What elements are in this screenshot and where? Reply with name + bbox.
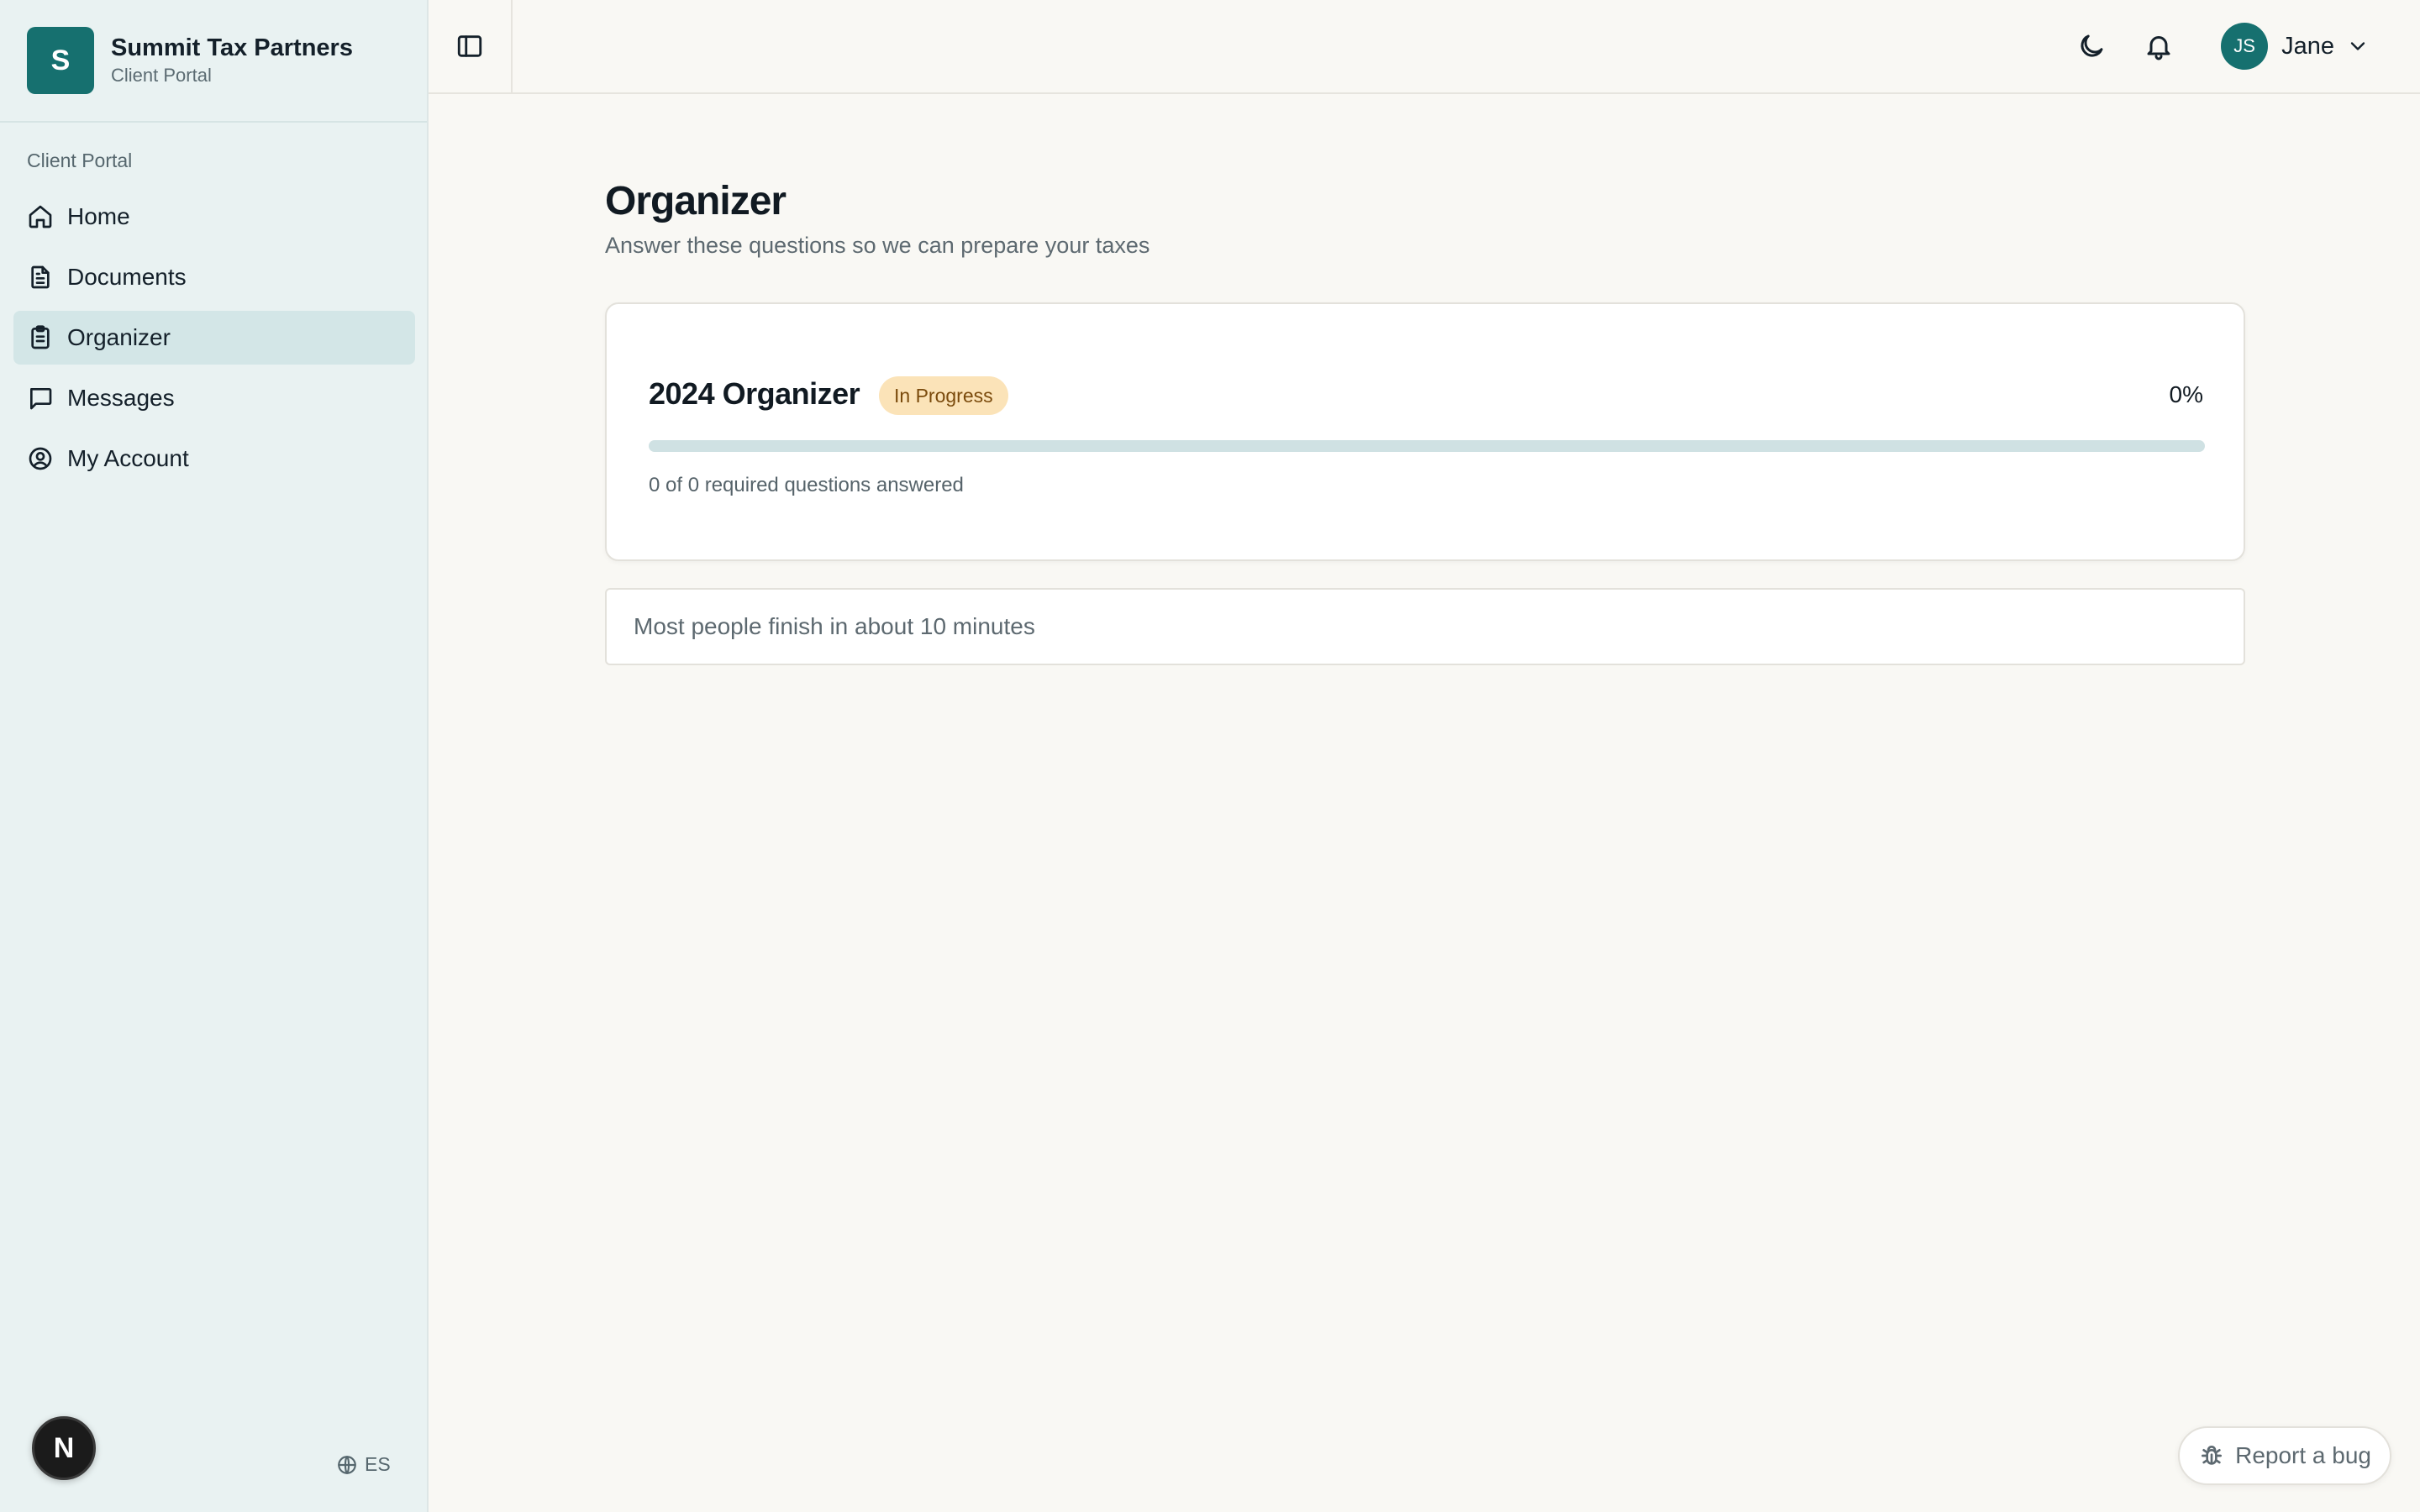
sidebar-item-label: Messages [67, 385, 175, 411]
sidebar-item-documents[interactable]: Documents [13, 250, 415, 304]
brand-logo: S [27, 27, 94, 94]
globe-icon [338, 1455, 356, 1474]
sidebar-item-organizer[interactable]: Organizer [13, 311, 415, 365]
moon-icon [2081, 34, 2103, 57]
top-header: JS Jane [429, 0, 2420, 94]
sidebar-item-messages[interactable]: Messages [13, 371, 415, 425]
dev-tools-avatar[interactable]: N [32, 1416, 96, 1480]
bug-icon [2202, 1446, 2223, 1465]
home-icon [29, 205, 52, 228]
brand-name: Summit Tax Partners [111, 34, 353, 61]
progress-bar [649, 440, 2205, 452]
user-circle-icon [29, 447, 52, 470]
sidebar-item-home[interactable]: Home [13, 190, 415, 244]
sidebar-item-label: Home [67, 203, 130, 229]
report-bug-button[interactable]: Report a bug [2178, 1426, 2391, 1485]
sidebar-toggle-button[interactable] [429, 0, 513, 92]
message-icon [30, 388, 52, 410]
sidebar-section-label: Client Portal [27, 150, 133, 171]
brand[interactable]: S Summit Tax Partners Client Portal [0, 0, 427, 123]
user-name: Jane [2281, 32, 2334, 60]
brand-subtitle: Client Portal [111, 65, 212, 86]
chevron-down-icon [2350, 42, 2365, 50]
app: S Summit Tax Partners Client Portal Clie… [0, 0, 2420, 1512]
document-icon [31, 265, 50, 289]
clipboard-icon [31, 325, 50, 349]
notifications-button[interactable] [2144, 31, 2174, 61]
organizer-title: 2024 Organizer [649, 376, 860, 411]
sidebar-item-my-account[interactable]: My Account [13, 432, 415, 486]
language-switcher[interactable]: ES [336, 1453, 391, 1476]
sidebar-item-label: My Account [67, 445, 189, 471]
sidebar-nav: Home Documents Organizer Messages My Acc… [13, 190, 415, 492]
time-estimate-note: Most people finish in about 10 minutes [605, 588, 2245, 665]
sidebar-item-label: Documents [67, 264, 187, 290]
report-bug-label: Report a bug [2235, 1442, 2371, 1468]
language-label: ES [365, 1453, 391, 1475]
bell-icon [2147, 36, 2170, 60]
page-title: Organizer [605, 179, 786, 223]
organizer-card[interactable]: 2024 Organizer In Progress 0% 0 of 0 req… [605, 302, 2245, 561]
progress-text: 0 of 0 required questions answered [649, 474, 964, 496]
sidebar-item-label: Organizer [67, 324, 171, 350]
page-subtitle: Answer these questions so we can prepare… [605, 233, 1150, 258]
avatar: JS [2221, 23, 2269, 70]
sidebar-toggle-icon [457, 35, 482, 57]
status-badge: In Progress [879, 376, 1008, 415]
theme-toggle-button[interactable] [2076, 31, 2107, 61]
sidebar: S Summit Tax Partners Client Portal Clie… [0, 0, 429, 1512]
header-actions: JS Jane [2039, 0, 2370, 92]
user-menu[interactable]: JS Jane [2221, 23, 2370, 70]
progress-percent: 0% [2169, 381, 2203, 407]
